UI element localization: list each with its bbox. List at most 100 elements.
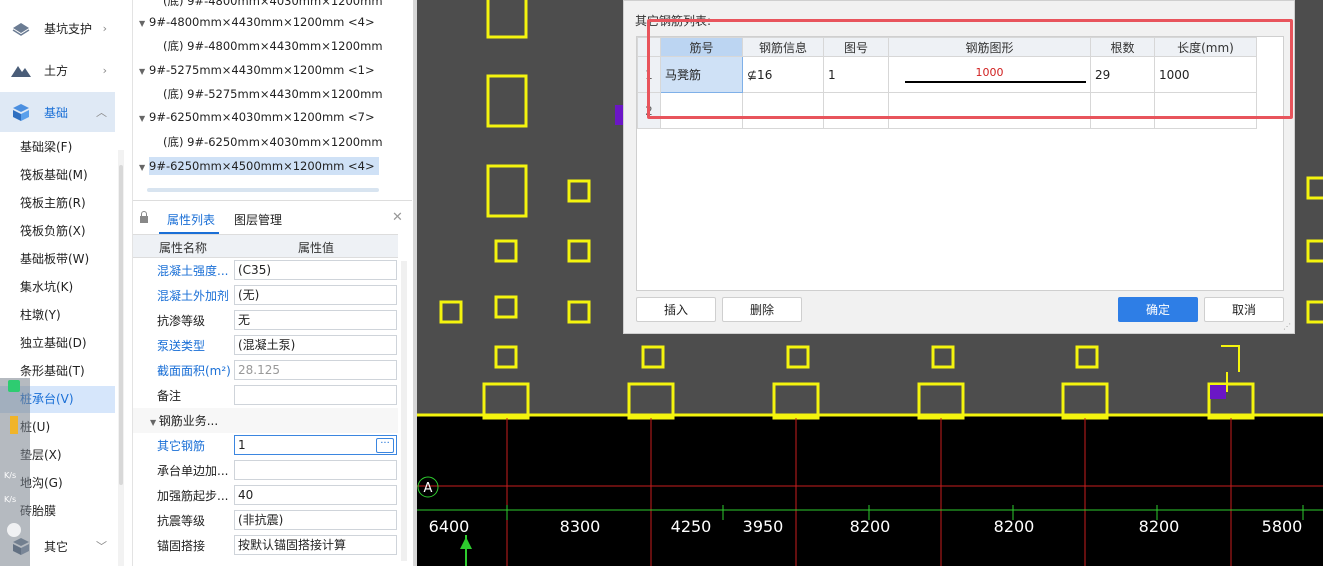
prop-name: 混凝土强度...: [157, 264, 229, 278]
prop-name: 泵送类型: [157, 339, 206, 353]
prop-value-other-rebar[interactable]: 1 ···: [234, 435, 397, 455]
close-icon[interactable]: ✕: [392, 210, 403, 225]
prop-name: 承台单边加...: [157, 464, 229, 478]
more-button[interactable]: ···: [376, 438, 394, 453]
chevron-down-icon: ﹀: [96, 540, 107, 553]
nav-category-label: 其它: [44, 539, 69, 554]
nav-scrollbar-thumb[interactable]: [119, 165, 123, 485]
svg-text:K/s: K/s: [4, 495, 16, 504]
collapse-arrow-icon[interactable]: ▼: [150, 418, 159, 427]
ucs-arrow-icon: [460, 537, 472, 549]
collapse-arrow-icon[interactable]: ▼: [139, 108, 149, 130]
tree-row[interactable]: ▼ 9#-4800mm×4430mm×1200mm <4>: [139, 11, 375, 33]
axis-label-A: A: [424, 481, 433, 496]
prop-value[interactable]: 按默认锚固搭接计算: [234, 535, 397, 555]
prop-row: 承台单边加...: [133, 458, 398, 483]
tree-row[interactable]: (底) 9#-6250mm×4030mm×1200mm: [163, 131, 383, 153]
prop-row: 抗渗等级 无: [133, 308, 398, 333]
nav-item-raft-negative-bar[interactable]: 筏板负筋(X): [0, 218, 115, 245]
collapse-arrow-icon[interactable]: ▼: [139, 157, 149, 179]
prop-value[interactable]: [234, 460, 397, 480]
tree-row-selected[interactable]: ▼ 9#-6250mm×4500mm×1200mm <4>: [139, 155, 379, 177]
earthwork-icon: [10, 60, 32, 80]
prop-name: 抗震等级: [157, 514, 206, 528]
props-scrollbar[interactable]: [401, 261, 407, 561]
prop-group-label: 钢筋业务...: [158, 414, 219, 428]
tree-row[interactable]: (底) 9#-5275mm×4430mm×1200mm: [163, 83, 383, 105]
network-monitor-icon: K/s K/s: [4, 380, 21, 537]
prop-name: 截面面积(m²): [157, 364, 231, 378]
resize-grip-icon[interactable]: ⋰: [1283, 322, 1291, 331]
chevron-right-icon: ›: [102, 63, 107, 77]
prop-value[interactable]: 无: [234, 310, 397, 330]
dimension-label: 4250: [671, 517, 712, 536]
nav-item-isolated-footing[interactable]: 独立基础(D): [0, 330, 115, 357]
foundation-icon: [10, 102, 32, 122]
prop-row: 截面面积(m²) 28.125: [133, 358, 398, 383]
prop-value[interactable]: [234, 385, 397, 405]
delete-button[interactable]: 删除: [722, 297, 802, 322]
nav-category-pit-support[interactable]: 基坑支护 ›: [0, 8, 115, 48]
prop-row: 加强筋起步... 40: [133, 483, 398, 508]
prop-name: 抗渗等级: [157, 314, 206, 328]
header-value: 属性值: [298, 241, 335, 255]
nav-item-column-pier[interactable]: 柱墩(Y): [0, 302, 115, 329]
svg-text:K/s: K/s: [4, 471, 16, 480]
chevron-up-icon: ︿: [96, 106, 107, 119]
ok-button[interactable]: 确定: [1118, 297, 1198, 322]
prop-value[interactable]: 40: [234, 485, 397, 505]
dimension-label: 8200: [1139, 517, 1180, 536]
nav-item-foundation-beam[interactable]: 基础梁(F): [0, 134, 115, 161]
prop-row: 混凝土强度... (C35): [133, 258, 398, 283]
prop-row: 混凝土外加剂 (无): [133, 283, 398, 308]
prop-name: 其它钢筋: [157, 439, 206, 453]
props-tabs: 属性列表 图层管理 ✕: [133, 205, 412, 234]
component-tree: (底) 9#-4800mm×4030mm×1200mm ▼ 9#-4800mm×4…: [133, 0, 412, 197]
dimension-label: 8300: [560, 517, 601, 536]
prop-value[interactable]: (C35): [234, 260, 397, 280]
cancel-button[interactable]: 取消: [1204, 297, 1284, 322]
insert-button[interactable]: 插入: [636, 297, 716, 322]
nav-item-sump-pit[interactable]: 集水坑(K): [0, 274, 115, 301]
prop-value[interactable]: (无): [234, 285, 397, 305]
tree-row[interactable]: ▼ 9#-5275mm×4430mm×1200mm <1>: [139, 59, 375, 81]
pit-support-icon: [10, 18, 32, 38]
lock-icon[interactable]: [139, 211, 149, 226]
tab-layers[interactable]: 图层管理: [234, 211, 282, 228]
chevron-right-icon: ›: [102, 21, 107, 35]
prop-row: 抗震等级 (非抗震): [133, 508, 398, 533]
prop-value[interactable]: (非抗震): [234, 510, 397, 530]
nav-item-foundation-strip[interactable]: 基础板带(W): [0, 246, 115, 273]
tree-row[interactable]: (底) 9#-4800mm×4430mm×1200mm: [163, 35, 383, 57]
prop-value[interactable]: (混凝土泵): [234, 335, 397, 355]
dimension-label: 6400: [429, 517, 470, 536]
nav-item-raft-main-bar[interactable]: 筏板主筋(R): [0, 190, 115, 217]
dimension-label: 5800: [1262, 517, 1303, 536]
overlay-widget: K/s K/s: [0, 378, 30, 566]
prop-value: 28.125: [234, 360, 397, 380]
nav-category-label: 土方: [44, 63, 69, 78]
collapse-arrow-icon[interactable]: ▼: [139, 13, 149, 35]
props-header: 属性名称 属性值: [133, 234, 398, 258]
nav-category-foundation[interactable]: 基础 ︿: [0, 92, 115, 132]
prop-name: 混凝土外加剂: [157, 289, 230, 303]
prop-name: 锚固搭接: [157, 539, 206, 553]
nav-category-label: 基础: [44, 105, 69, 120]
nav-item-raft-foundation[interactable]: 筏板基础(M): [0, 162, 115, 189]
prop-row: 泵送类型 (混凝土泵): [133, 333, 398, 358]
prop-row: 备注: [133, 383, 398, 408]
highlight-annotation: [647, 19, 1293, 119]
nav-category-earthwork[interactable]: 土方 ›: [0, 50, 115, 90]
nav-category-label: 基坑支护: [44, 21, 93, 36]
tree-hscroll-thumb[interactable]: [147, 188, 379, 192]
tab-attributes[interactable]: 属性列表: [167, 211, 215, 228]
prop-row: 其它钢筋 1 ···: [133, 433, 398, 458]
prop-group-row[interactable]: ▼ 钢筋业务...: [133, 408, 398, 433]
header-name: 属性名称: [159, 241, 208, 255]
dimension-label: 8200: [850, 517, 891, 536]
collapse-arrow-icon[interactable]: ▼: [139, 61, 149, 83]
prop-name: 加强筋起步...: [157, 489, 229, 503]
tree-row[interactable]: ▼ 9#-6250mm×4030mm×1200mm <7>: [139, 106, 375, 128]
prop-name: 备注: [157, 389, 182, 403]
properties-panel: 属性列表 图层管理 ✕ 属性名称 属性值 混凝土强度... (C35) 混凝土外…: [133, 200, 412, 567]
